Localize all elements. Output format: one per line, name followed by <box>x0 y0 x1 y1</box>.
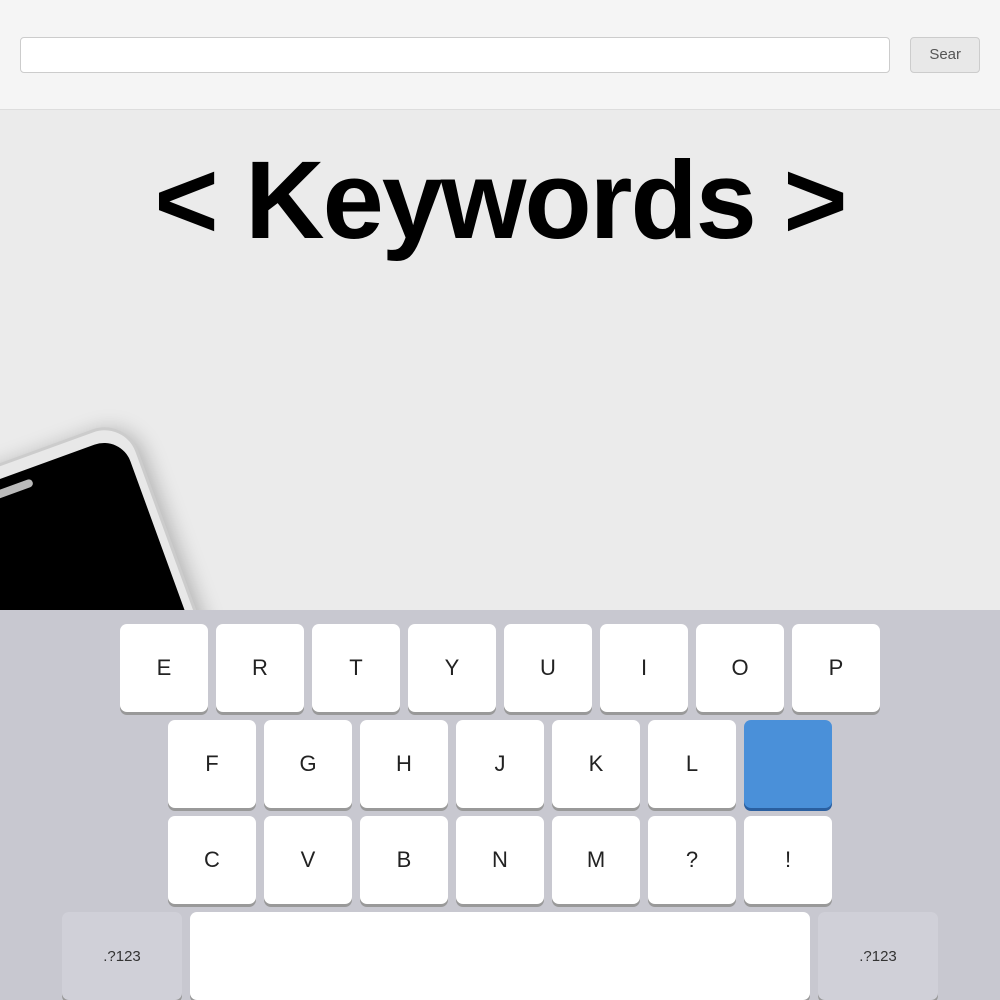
key-k[interactable]: K <box>552 720 640 808</box>
key-exclamation[interactable]: ! <box>744 816 832 904</box>
key-return[interactable] <box>744 720 832 808</box>
key-p[interactable]: P <box>792 624 880 712</box>
key-v[interactable]: V <box>264 816 352 904</box>
key-b[interactable]: B <box>360 816 448 904</box>
browser-bar: Sear <box>0 0 1000 110</box>
keyboard-row-2: F G H J K L <box>0 720 1000 808</box>
keyboard-row-4: .?123 .?123 <box>0 912 1000 1000</box>
key-i[interactable]: I <box>600 624 688 712</box>
address-bar[interactable] <box>20 37 890 73</box>
key-numbers-right[interactable]: .?123 <box>818 912 938 1000</box>
key-t[interactable]: T <box>312 624 400 712</box>
key-l[interactable]: L <box>648 720 736 808</box>
key-m[interactable]: M <box>552 816 640 904</box>
keyboard-row-1: E R T Y U I O P <box>0 624 1000 712</box>
search-button[interactable]: Sear <box>910 37 980 73</box>
key-g[interactable]: G <box>264 720 352 808</box>
key-o[interactable]: O <box>696 624 784 712</box>
key-u[interactable]: U <box>504 624 592 712</box>
key-numbers[interactable]: .?123 <box>62 912 182 1000</box>
key-h[interactable]: H <box>360 720 448 808</box>
headline-text: < Keywords > <box>154 139 845 262</box>
key-r[interactable]: R <box>216 624 304 712</box>
key-f[interactable]: F <box>168 720 256 808</box>
key-space[interactable] <box>190 912 810 1000</box>
scene: Sear < Keywords > E R T Y U I O P F G H … <box>0 0 1000 1000</box>
key-j[interactable]: J <box>456 720 544 808</box>
keyboard-row-3: C V B N M ? ! <box>0 816 1000 904</box>
key-c[interactable]: C <box>168 816 256 904</box>
key-n[interactable]: N <box>456 816 544 904</box>
key-question[interactable]: ? <box>648 816 736 904</box>
search-button-label: Sear <box>929 46 961 63</box>
keyboard: E R T Y U I O P F G H J K L C V B N M ? … <box>0 610 1000 1000</box>
key-e[interactable]: E <box>120 624 208 712</box>
headline: < Keywords > <box>0 140 1000 261</box>
key-y[interactable]: Y <box>408 624 496 712</box>
